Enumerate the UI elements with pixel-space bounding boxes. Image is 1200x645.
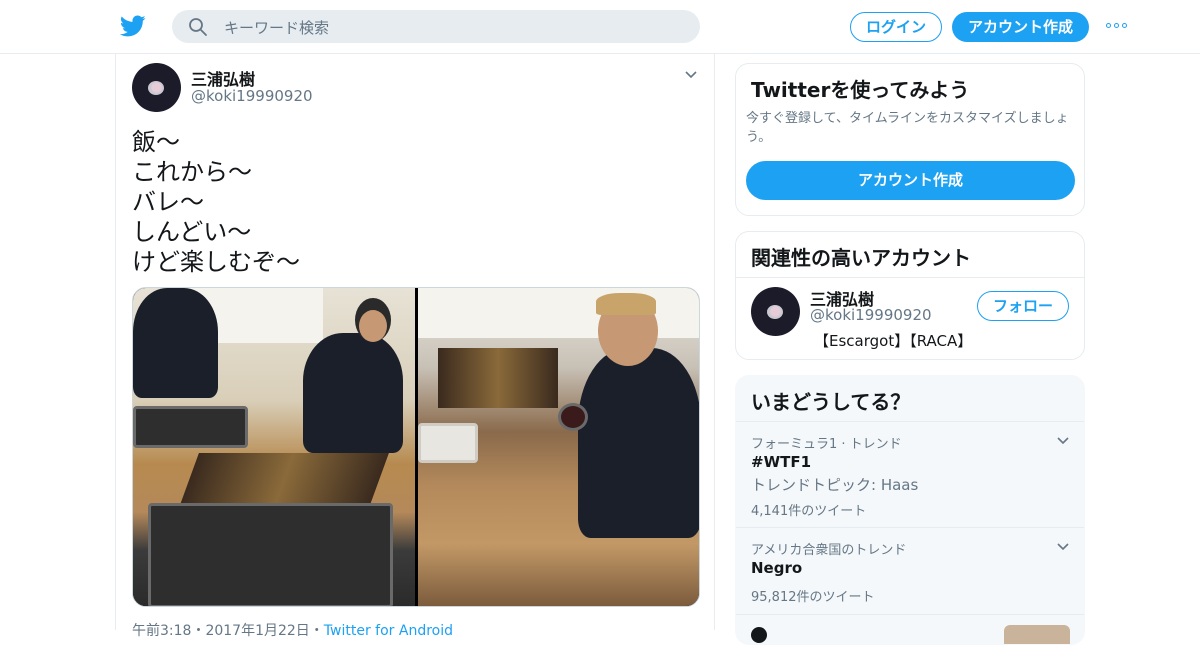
tweet-line: これから～ xyxy=(132,158,252,186)
chevron-down-icon[interactable] xyxy=(1056,542,1070,552)
signup-card-button[interactable]: アカウント作成 xyxy=(746,161,1075,200)
face xyxy=(359,310,387,342)
related-accounts-title: 関連性の高いアカウント xyxy=(751,246,971,270)
divider xyxy=(736,277,1084,278)
trends-title: いまどうしてる？ xyxy=(751,390,911,414)
tweet-photo-person-eating[interactable] xyxy=(418,288,699,606)
tweet-line: バレ～ xyxy=(132,188,204,216)
tweet-meta: 午前3:18・2017年1月22日・Twitter for Android xyxy=(132,620,453,640)
trends-card: いまどうしてる？ フォーミュラ1 · トレンド #WTF1 トレンドトピック: … xyxy=(735,375,1085,645)
login-button[interactable]: ログイン xyxy=(850,12,942,42)
hot-plate xyxy=(148,503,393,606)
chevron-down-icon[interactable] xyxy=(684,70,698,80)
tweet-author-handle[interactable]: @koki19990920 xyxy=(191,87,313,105)
tweet-line: けど楽しむぞ～ xyxy=(132,248,300,276)
signup-card-title: Twitterを使ってみよう xyxy=(751,78,970,102)
avatar[interactable] xyxy=(751,287,800,336)
tweet-column: 三浦弘樹 @koki19990920 飯～ これから～ バレ～ しんどい～ けど… xyxy=(115,54,715,639)
trend-thumbnail xyxy=(1004,625,1070,644)
person xyxy=(133,288,218,398)
related-account-bio: 【Escargot】【RACA】 xyxy=(814,332,973,350)
search-input[interactable]: キーワード検索 xyxy=(224,17,329,38)
trend-count: 95,812件のツイート xyxy=(751,590,875,605)
hair xyxy=(596,293,656,315)
tweet-line: しんどい～ xyxy=(132,218,252,246)
related-account-handle[interactable]: @koki19990920 xyxy=(810,306,932,324)
signup-card-subtitle: 今すぐ登録して、タイムラインをカスタマイズしましょう。 xyxy=(746,111,1069,145)
chevron-down-icon[interactable] xyxy=(1056,436,1070,446)
tweet-timestamp[interactable]: 午前3:18・2017年1月22日・ xyxy=(132,623,324,639)
top-navigation-bar: キーワード検索 ログイン アカウント作成 xyxy=(0,0,1200,54)
twitter-bird-icon[interactable] xyxy=(120,13,146,39)
trend-item[interactable]: フォーミュラ1 · トレンド #WTF1 トレンドトピック: Haas 4,14… xyxy=(736,421,1084,527)
trend-avatar xyxy=(751,627,767,643)
tweet-media[interactable] xyxy=(132,287,700,607)
search-bar[interactable]: キーワード検索 xyxy=(172,10,700,43)
trend-topic: トレンドトピック: Haas xyxy=(751,476,919,494)
follow-button[interactable]: フォロー xyxy=(977,291,1069,321)
tweet-line: 飯～ xyxy=(132,128,180,156)
trend-context: アメリカ合衆国のトレンド xyxy=(751,543,907,558)
tweet-text: 飯～ これから～ バレ～ しんどい～ けど楽しむぞ～ xyxy=(132,127,300,277)
hot-plate xyxy=(133,406,248,448)
tray xyxy=(418,423,478,463)
person xyxy=(578,348,699,538)
signup-button[interactable]: アカウント作成 xyxy=(952,12,1089,42)
tweet-photo-restaurant-table[interactable] xyxy=(133,288,415,606)
person xyxy=(303,333,403,453)
signup-card: Twitterを使ってみよう 今すぐ登録して、タイムラインをカスタマイズしましょ… xyxy=(735,63,1085,216)
trend-name[interactable]: #WTF1 xyxy=(751,453,811,471)
more-dots-icon[interactable] xyxy=(1106,18,1130,34)
menu-stand xyxy=(438,348,558,408)
trend-context: フォーミュラ1 · トレンド xyxy=(751,437,902,452)
trend-item[interactable]: アメリカ合衆国のトレンド Negro 95,812件のツイート xyxy=(736,527,1084,614)
search-icon xyxy=(189,18,207,36)
bowl xyxy=(558,403,588,431)
tweet-source-link[interactable]: Twitter for Android xyxy=(324,623,453,639)
related-accounts-card: 関連性の高いアカウント 三浦弘樹 @koki19990920 【Escargot… xyxy=(735,231,1085,360)
avatar[interactable] xyxy=(132,63,181,112)
trend-count: 4,141件のツイート xyxy=(751,504,867,519)
trend-name[interactable]: Negro xyxy=(751,559,802,577)
